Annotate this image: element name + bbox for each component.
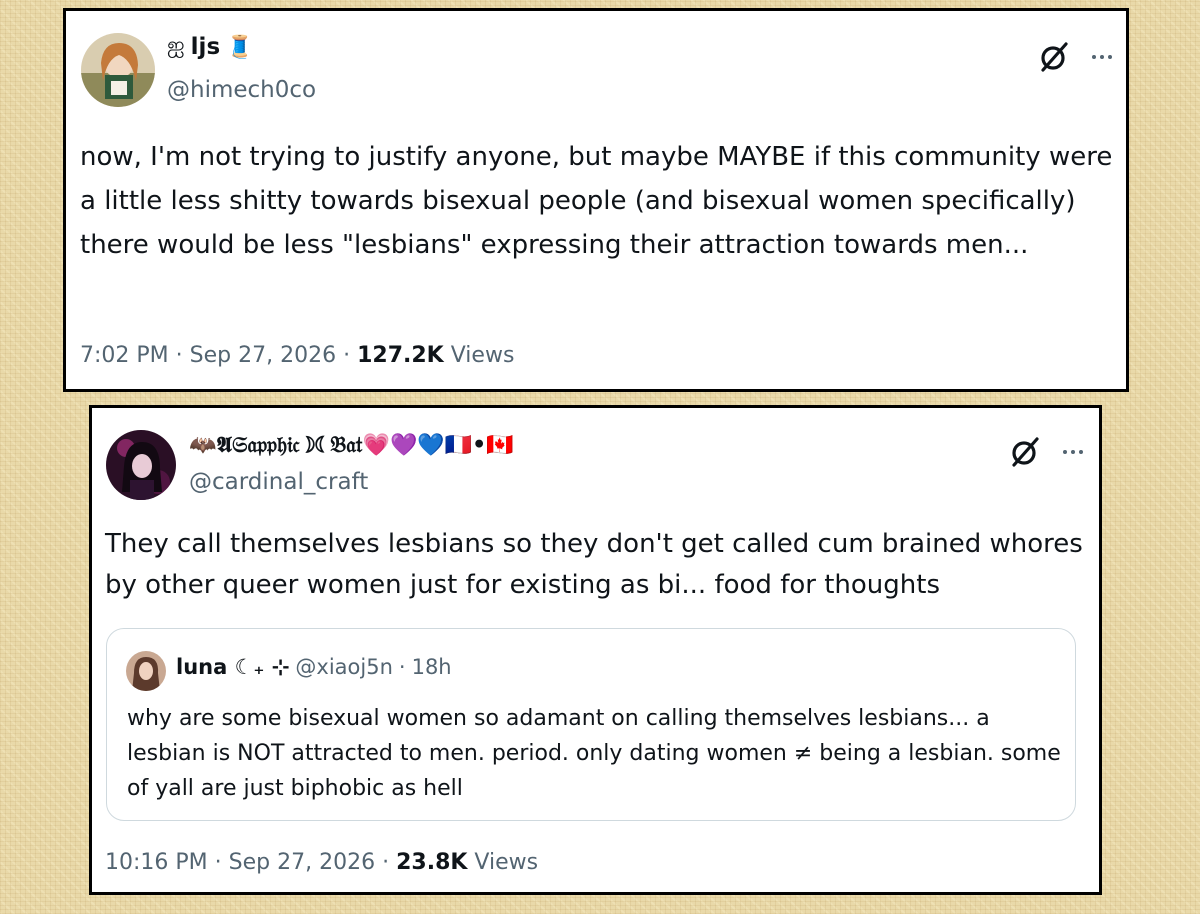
display-name[interactable]: 🦇𝕬𝔖𝔞𝔭𝔭𝔥𝔦𝔠☽☾𝔅𝔞𝔱💗💜💙🇫🇷•🇨🇦 xyxy=(189,432,514,458)
more-icon[interactable] xyxy=(1063,450,1083,454)
avatar-image xyxy=(106,430,176,500)
meta-separator: · xyxy=(382,850,390,875)
tweet-text: They call themselves lesbians so they do… xyxy=(105,529,1083,600)
tweet-time[interactable]: 7:02 PM xyxy=(80,343,169,368)
views-label: Views xyxy=(474,850,539,875)
quoted-text: why are some bisexual women so adamant o… xyxy=(127,706,1061,801)
tweet-text: now, I'm not trying to justify anyone, b… xyxy=(80,142,1113,260)
views-count: 127.2K xyxy=(357,343,444,368)
author-name-row[interactable]: 🦇𝕬𝔖𝔞𝔭𝔭𝔥𝔦𝔠☽☾𝔅𝔞𝔱💗💜💙🇫🇷•🇨🇦 xyxy=(189,432,514,458)
meta-separator: · xyxy=(398,655,406,679)
author-name-row[interactable]: ஐ ljs 🧵 xyxy=(167,33,254,61)
author-handle[interactable]: @himech0co xyxy=(167,77,316,103)
author-handle[interactable]: @cardinal_craft xyxy=(189,469,368,495)
tweet-meta: 7:02 PM · Sep 27, 2026 · 127.2K Views xyxy=(80,343,514,368)
avatar-image xyxy=(81,33,155,107)
tweet-date[interactable]: Sep 27, 2026 xyxy=(190,343,336,368)
grok-icon[interactable] xyxy=(1038,41,1070,73)
quoted-time[interactable]: 18h xyxy=(412,655,452,679)
tweet-card[interactable]: 🦇𝕬𝔖𝔞𝔭𝔭𝔥𝔦𝔠☽☾𝔅𝔞𝔱💗💜💙🇫🇷•🇨🇦 @cardinal_craft T… xyxy=(89,405,1102,895)
quoted-header: luna ☾₊ ⊹ @xiaoj5n · 18h xyxy=(176,655,452,679)
quoted-avatar[interactable] xyxy=(126,651,166,691)
thread-icon: 🧵 xyxy=(226,34,254,60)
tweet-card[interactable]: ஐ ljs 🧵 @himech0co now, I'm not trying t… xyxy=(63,8,1129,392)
tweet-date[interactable]: Sep 27, 2026 xyxy=(229,850,375,875)
avatar[interactable] xyxy=(81,33,155,107)
views-label: Views xyxy=(450,343,515,368)
quoted-display-name[interactable]: luna ☾₊ ⊹ xyxy=(176,655,289,679)
name-prefix-emoji: ஐ xyxy=(167,33,185,58)
more-icon[interactable] xyxy=(1092,55,1112,59)
meta-separator: · xyxy=(214,850,222,875)
display-name[interactable]: ljs xyxy=(191,34,220,60)
quoted-handle[interactable]: @xiaoj5n xyxy=(295,655,392,679)
views-count: 23.8K xyxy=(396,850,468,875)
quoted-avatar-image xyxy=(126,651,166,691)
meta-separator: · xyxy=(175,343,183,368)
tweet-time[interactable]: 10:16 PM xyxy=(105,850,208,875)
tweet-meta: 10:16 PM · Sep 27, 2026 · 23.8K Views xyxy=(105,850,538,875)
avatar[interactable] xyxy=(106,430,176,500)
grok-icon[interactable] xyxy=(1009,436,1041,468)
quoted-tweet[interactable]: luna ☾₊ ⊹ @xiaoj5n · 18h why are some bi… xyxy=(106,628,1076,821)
meta-separator: · xyxy=(343,343,351,368)
